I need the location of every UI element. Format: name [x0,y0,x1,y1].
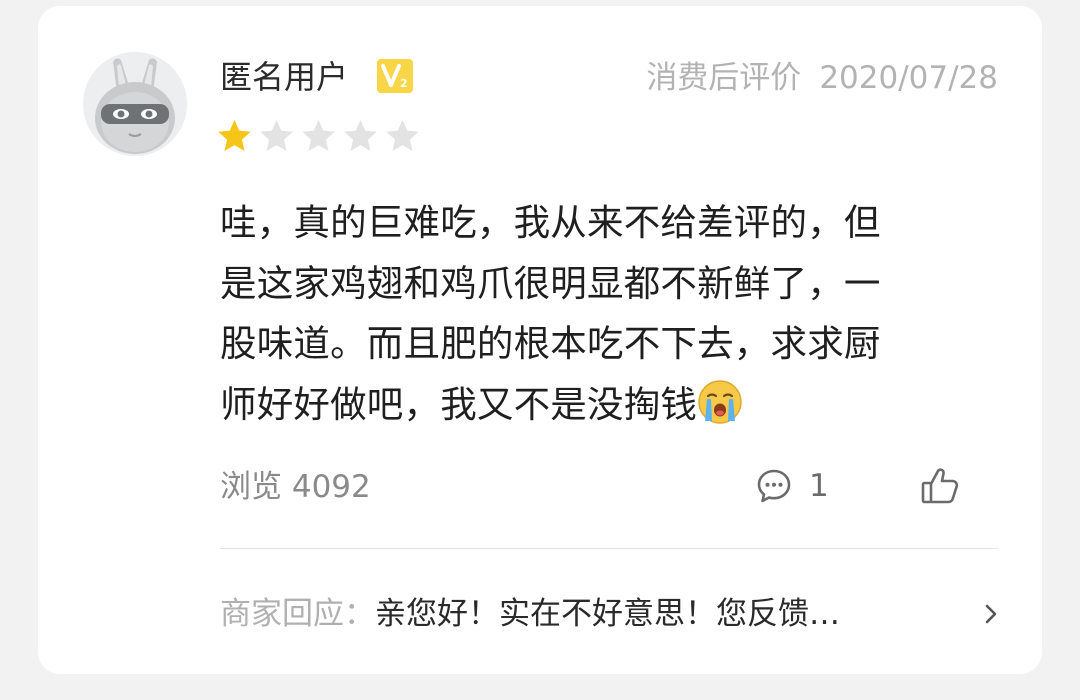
username[interactable]: 匿名用户 [220,52,348,102]
star-empty-icon [260,120,293,151]
star-empty-icon [344,120,377,151]
anonymous-bunny-avatar-icon [83,52,187,156]
chevron-right-icon[interactable] [980,602,1002,626]
merchant-reply-text: 亲您好！实在不好意思！您反馈… [375,596,840,632]
star-empty-icon [302,120,335,151]
merchant-reply-label: 商家回应： [220,596,375,632]
comment-count: 1 [809,468,829,504]
review-text-line: 哇，真的巨难吃，我从来不给差评的，但 [220,193,1000,254]
thumbs-up-icon [921,468,959,504]
comment-bubble-icon [757,469,791,503]
star-empty-icon [386,120,419,151]
user-avatar[interactable] [83,52,187,156]
review-date: 2020/07/28 [819,60,998,96]
review-text-segment: 哇，真的巨难吃，我从来不给差评的，但 [220,201,881,244]
crying-face-emoji-icon [697,379,743,425]
comment-button[interactable]: 1 [755,463,829,509]
review-meta: 消费后评价 2020/07/28 [646,54,998,102]
review-text-line: 是这家鸡翅和鸡爪很明显都不新鲜了，一 [220,254,1000,315]
star-rating [216,118,426,158]
review-content: 哇，真的巨难吃，我从来不给差评的，但 是这家鸡翅和鸡爪很明显都不新鲜了，一 股味道。… [220,193,1000,435]
vip-badge-icon: 2 [377,59,413,93]
divider [220,548,998,549]
review-text-segment: 是这家鸡翅和鸡爪很明显都不新鲜了，一 [220,261,881,305]
svg-text:2: 2 [400,77,408,90]
review-text-line: 师好好做吧，我又不是没掏钱 [220,375,1000,436]
review-text-segment: 股味道。而且肥的根本吃不下去，求求厨 [220,322,881,365]
view-count: 浏览 4092 [220,469,371,505]
like-button[interactable] [919,465,961,507]
review-text-segment: 师好好做吧，我又不是没掏钱 [220,382,698,426]
merchant-reply[interactable]: 商家回应：亲您好！实在不好意思！您反馈… [220,590,1010,638]
star-filled-icon [218,120,251,151]
review-source-label: 消费后评价 [646,60,802,96]
review-text-line: 股味道。而且肥的根本吃不下去，求求厨 [220,314,1000,375]
